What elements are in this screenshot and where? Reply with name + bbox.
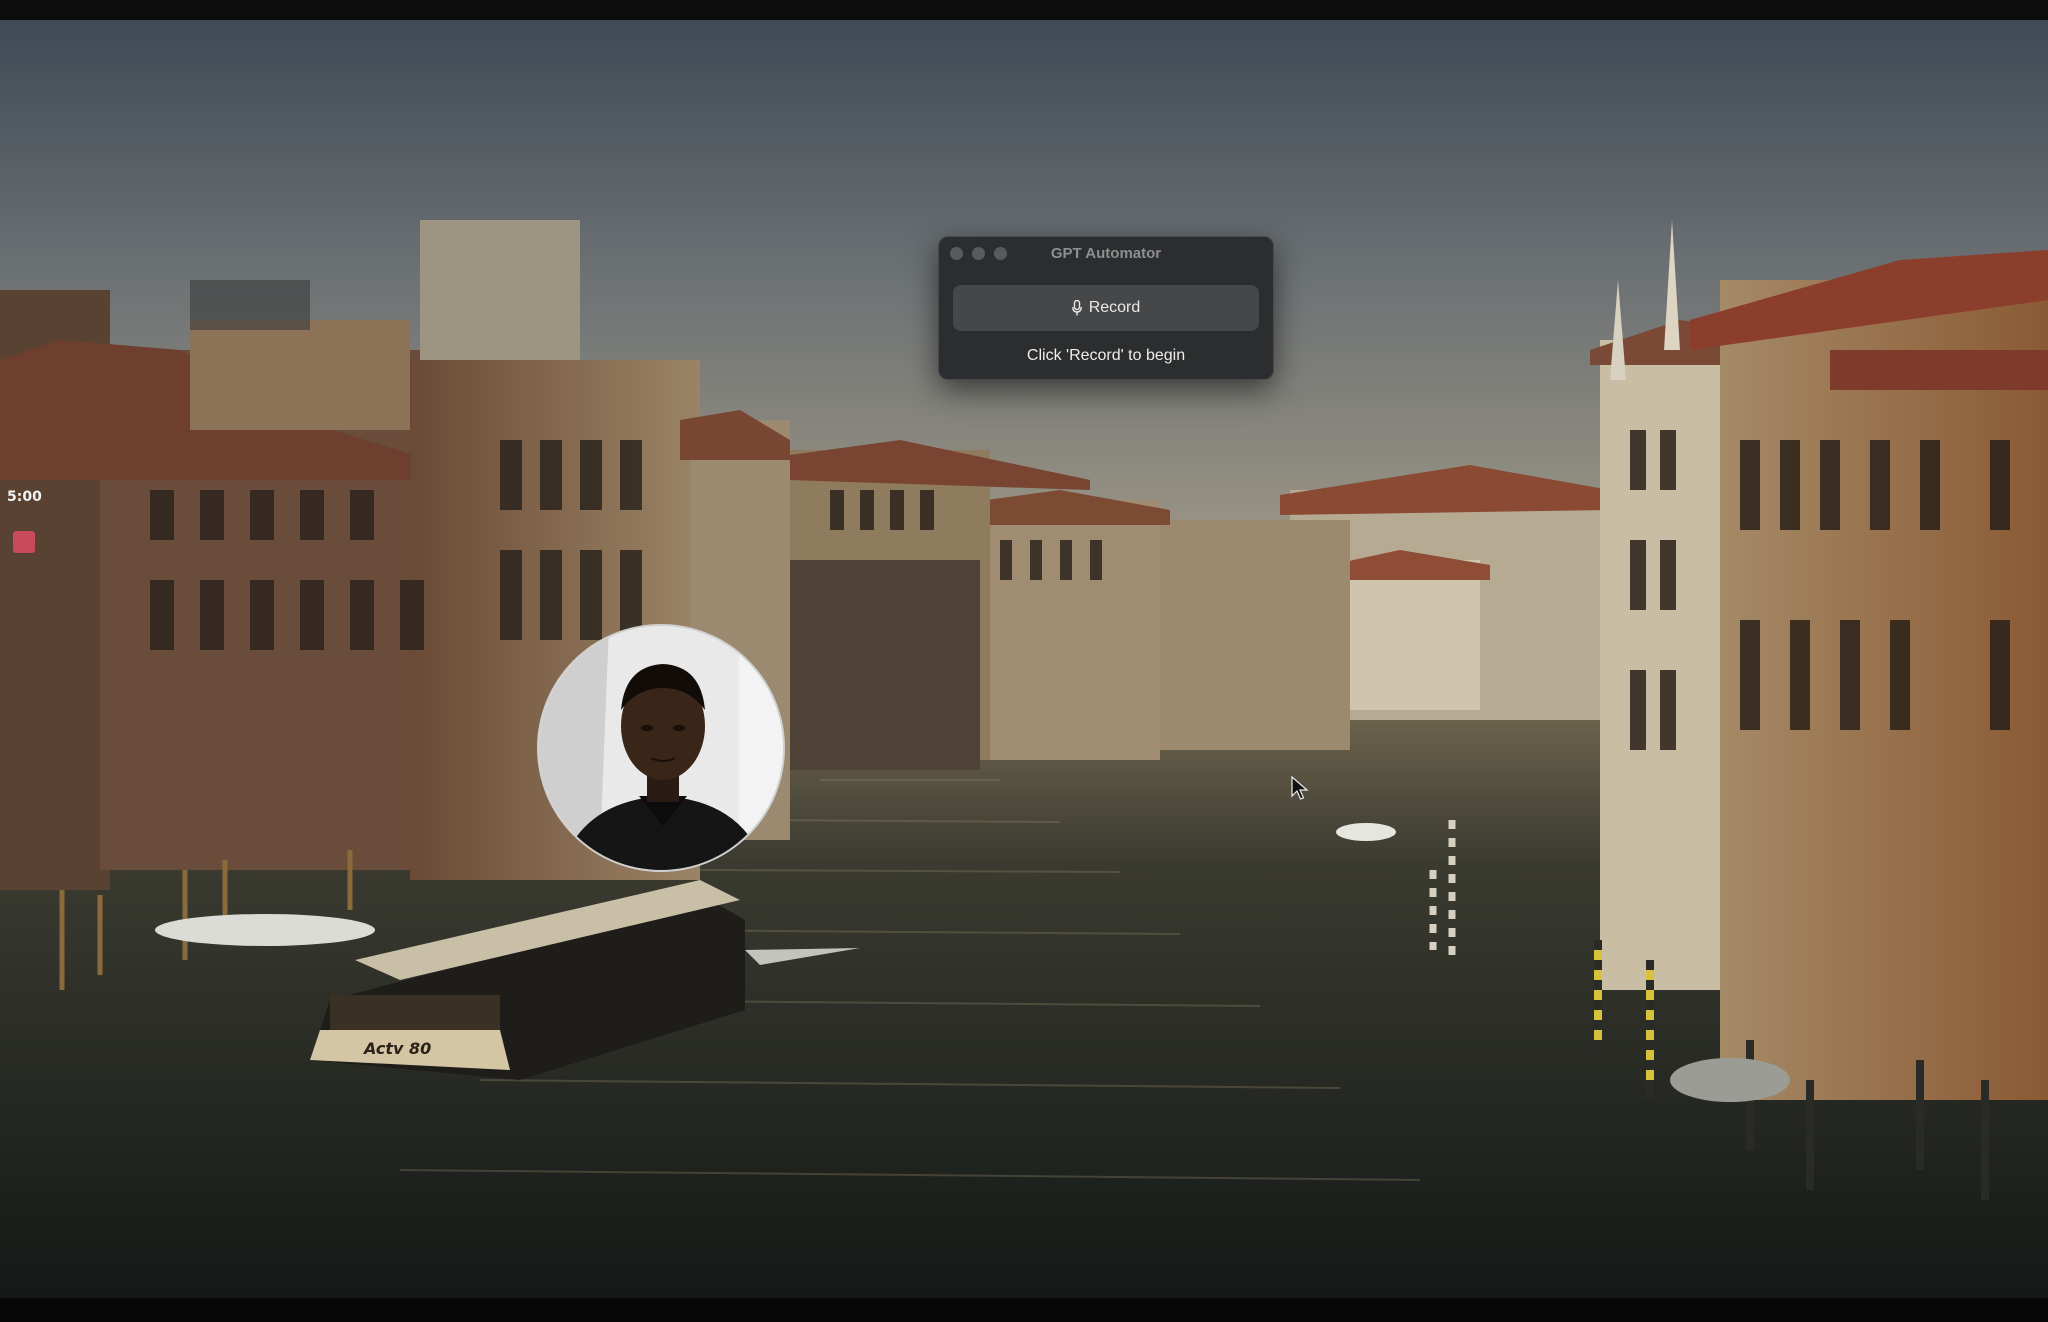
record-button[interactable]: Record xyxy=(953,285,1259,331)
webcam-person-image xyxy=(539,626,783,870)
record-button-label: Record xyxy=(1088,299,1141,316)
stop-square-icon[interactable] xyxy=(13,531,35,553)
venice-canal-wallpaper: Actv 80 xyxy=(0,20,2048,1298)
gpt-automator-window: GPT Automator Record Click 'Record' to b… xyxy=(938,236,1274,380)
window-title: GPT Automator xyxy=(1050,245,1162,262)
hint-text: Click 'Record' to begin xyxy=(1026,347,1186,364)
desktop-wallpaper: Actv 80 xyxy=(0,20,2048,1298)
microphone-icon xyxy=(1071,300,1082,316)
screen-bottom-bar xyxy=(0,1298,2048,1322)
mouse-pointer-icon xyxy=(1291,776,1309,800)
boat-label: Actv 80 xyxy=(362,1039,431,1058)
recording-widget: 5:00 xyxy=(0,483,56,571)
webcam-bubble[interactable] xyxy=(537,624,785,872)
screen-top-bar xyxy=(0,0,2048,20)
recording-timer: 5:00 xyxy=(7,489,42,505)
